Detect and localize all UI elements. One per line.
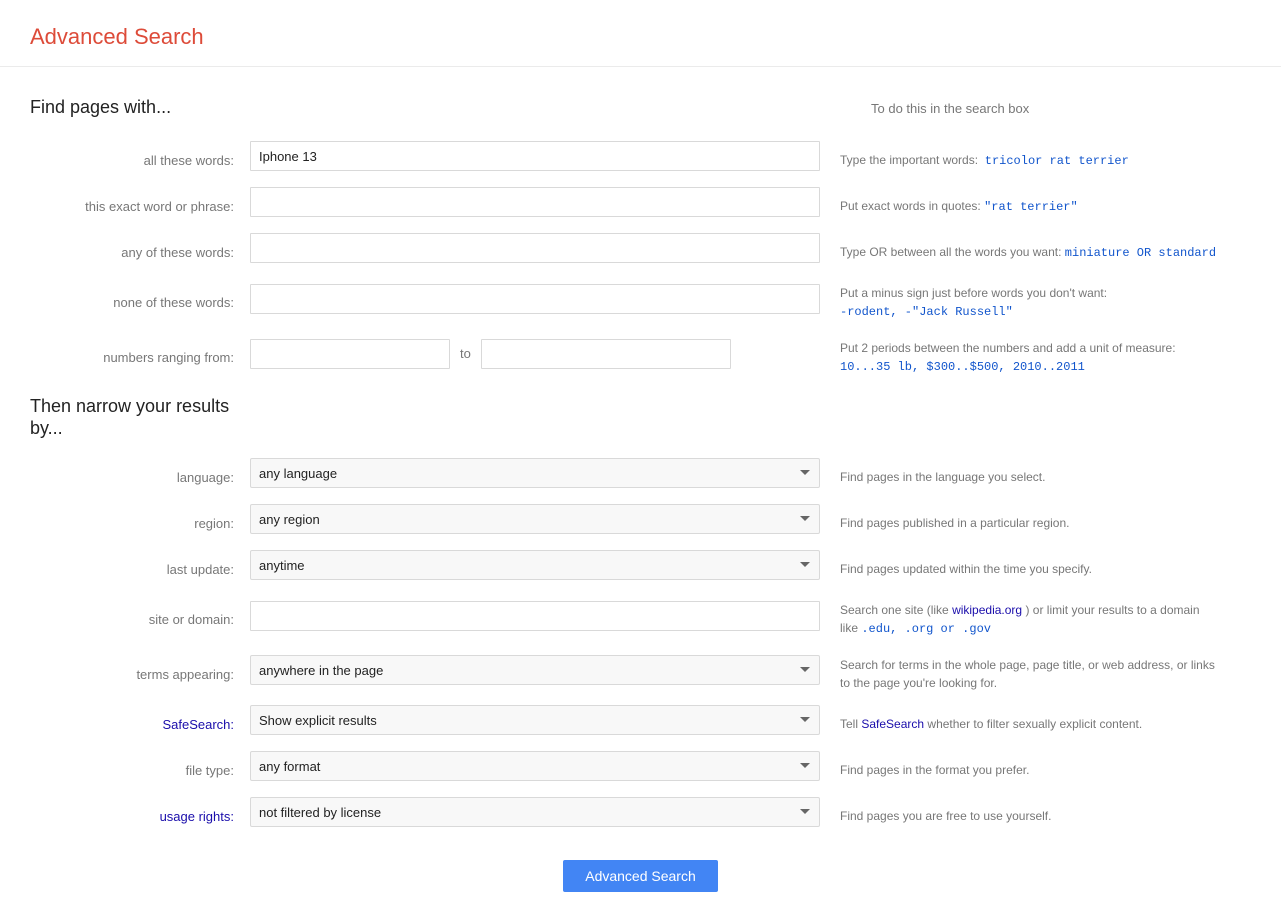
exact-phrase-label: this exact word or phrase: bbox=[30, 191, 250, 214]
usage-rights-link[interactable]: usage rights: bbox=[160, 809, 234, 824]
all-words-input[interactable] bbox=[250, 141, 820, 171]
exact-phrase-help: Put exact words in quotes: "rat terrier" bbox=[840, 189, 1220, 216]
advanced-search-button[interactable]: Advanced Search bbox=[563, 860, 718, 892]
usage-rights-label: usage rights: bbox=[30, 801, 250, 824]
exact-phrase-input[interactable] bbox=[250, 187, 820, 217]
safesearch-help: Tell SafeSearch whether to filter sexual… bbox=[840, 707, 1220, 733]
region-select[interactable]: any region bbox=[250, 504, 820, 534]
to-label: to bbox=[460, 346, 471, 361]
wikipedia-link[interactable]: wikipedia.org bbox=[952, 603, 1022, 617]
numbers-label: numbers ranging from: bbox=[30, 342, 250, 365]
none-words-label: none of these words: bbox=[30, 287, 250, 310]
find-pages-heading: Find pages with... bbox=[30, 97, 171, 118]
safesearch-link[interactable]: SafeSearch: bbox=[162, 717, 234, 732]
number-to-input[interactable] bbox=[481, 339, 731, 369]
file-type-label: file type: bbox=[30, 755, 250, 778]
last-update-label: last update: bbox=[30, 554, 250, 577]
todo-heading: To do this in the search box bbox=[871, 97, 1251, 118]
numbers-help: Put 2 periods between the numbers and ad… bbox=[840, 331, 1220, 376]
any-words-input[interactable] bbox=[250, 233, 820, 263]
usage-rights-select[interactable]: not filtered by license bbox=[250, 797, 820, 827]
terms-appearing-select[interactable]: anywhere in the page bbox=[250, 655, 820, 685]
language-help: Find pages in the language you select. bbox=[840, 460, 1220, 486]
last-update-select[interactable]: anytime bbox=[250, 550, 820, 580]
number-from-input[interactable] bbox=[250, 339, 450, 369]
all-words-help: Type the important words: tricolor rat t… bbox=[840, 143, 1220, 170]
safesearch-select[interactable]: Show explicit results bbox=[250, 705, 820, 735]
site-domain-input[interactable] bbox=[250, 601, 820, 631]
none-words-input[interactable] bbox=[250, 284, 820, 314]
region-label: region: bbox=[30, 508, 250, 531]
terms-appearing-label: terms appearing: bbox=[30, 659, 250, 682]
last-update-help: Find pages updated within the time you s… bbox=[840, 552, 1220, 578]
site-domain-label: site or domain: bbox=[30, 604, 250, 627]
site-domain-help: Search one site (like wikipedia.org ) or… bbox=[840, 593, 1220, 638]
language-label: language: bbox=[30, 462, 250, 485]
usage-rights-help: Find pages you are free to use yourself. bbox=[840, 799, 1220, 825]
none-words-help: Put a minus sign just before words you d… bbox=[840, 276, 1220, 321]
terms-appearing-help: Search for terms in the whole page, page… bbox=[840, 648, 1220, 692]
all-words-label: all these words: bbox=[30, 145, 250, 168]
safesearch-label: SafeSearch: bbox=[30, 709, 250, 732]
any-words-label: any of these words: bbox=[30, 237, 250, 260]
page-title: Advanced Search bbox=[0, 0, 1281, 66]
safesearch-info-link[interactable]: SafeSearch bbox=[861, 717, 924, 731]
file-type-help: Find pages in the format you prefer. bbox=[840, 753, 1220, 779]
divider bbox=[0, 66, 1281, 67]
file-type-select[interactable]: any format bbox=[250, 751, 820, 781]
any-words-help: Type OR between all the words you want: … bbox=[840, 235, 1220, 262]
language-select[interactable]: any language bbox=[250, 458, 820, 488]
region-help: Find pages published in a particular reg… bbox=[840, 506, 1220, 532]
narrow-heading: Then narrow your results by... bbox=[30, 396, 1251, 439]
